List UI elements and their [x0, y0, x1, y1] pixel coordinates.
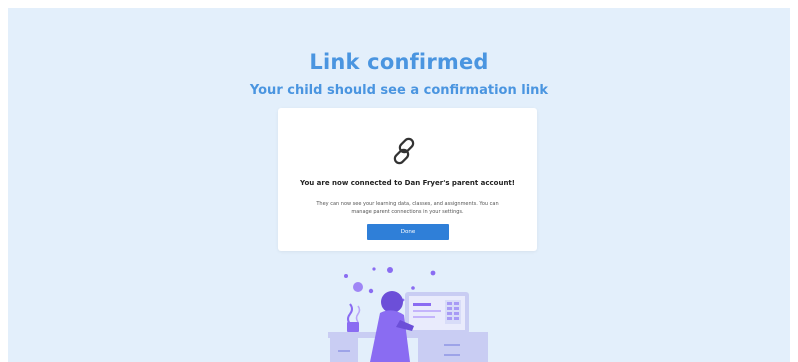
connection-description: They can now see your learning data, cla…: [316, 201, 499, 215]
connection-heading: You are now connected to Dan Fryer's par…: [300, 179, 515, 187]
decorative-dot: [430, 270, 436, 276]
decorative-dot: [401, 298, 405, 302]
person-head: [381, 291, 403, 313]
drawer-handle: [444, 344, 460, 346]
person-body: [370, 310, 410, 362]
monitor: [405, 292, 469, 334]
desk-top: [328, 332, 488, 338]
decorative-dot: [353, 282, 363, 292]
desk-leg: [330, 338, 358, 362]
steam: [355, 305, 361, 323]
screen-panel: [445, 300, 461, 324]
steam: [347, 303, 353, 325]
decorative-dot: [344, 274, 348, 278]
done-button[interactable]: Done: [367, 224, 449, 240]
decorative-dot: [368, 288, 374, 294]
screen-line: [413, 303, 431, 306]
person-arm: [396, 320, 414, 331]
page-subtitle: Your child should see a confirmation lin…: [249, 83, 549, 98]
decorative-dot: [387, 267, 393, 273]
screen-grid: [447, 302, 459, 320]
mug: [347, 322, 359, 332]
decorative-dot: [411, 286, 415, 290]
confirmation-page: Link confirmed Your child should see a c…: [8, 8, 790, 362]
desk-drawers: [418, 338, 488, 362]
confirmation-card: You are now connected to Dan Fryer's par…: [278, 108, 537, 251]
monitor-screen: [409, 296, 465, 330]
drawer-handle: [338, 350, 350, 352]
drawer-handle: [444, 354, 460, 356]
screen-line: [413, 316, 435, 318]
page-title: Link confirmed: [309, 50, 489, 74]
screen-line: [413, 310, 441, 312]
decorative-dot: [372, 267, 376, 271]
link-icon: [393, 137, 415, 165]
